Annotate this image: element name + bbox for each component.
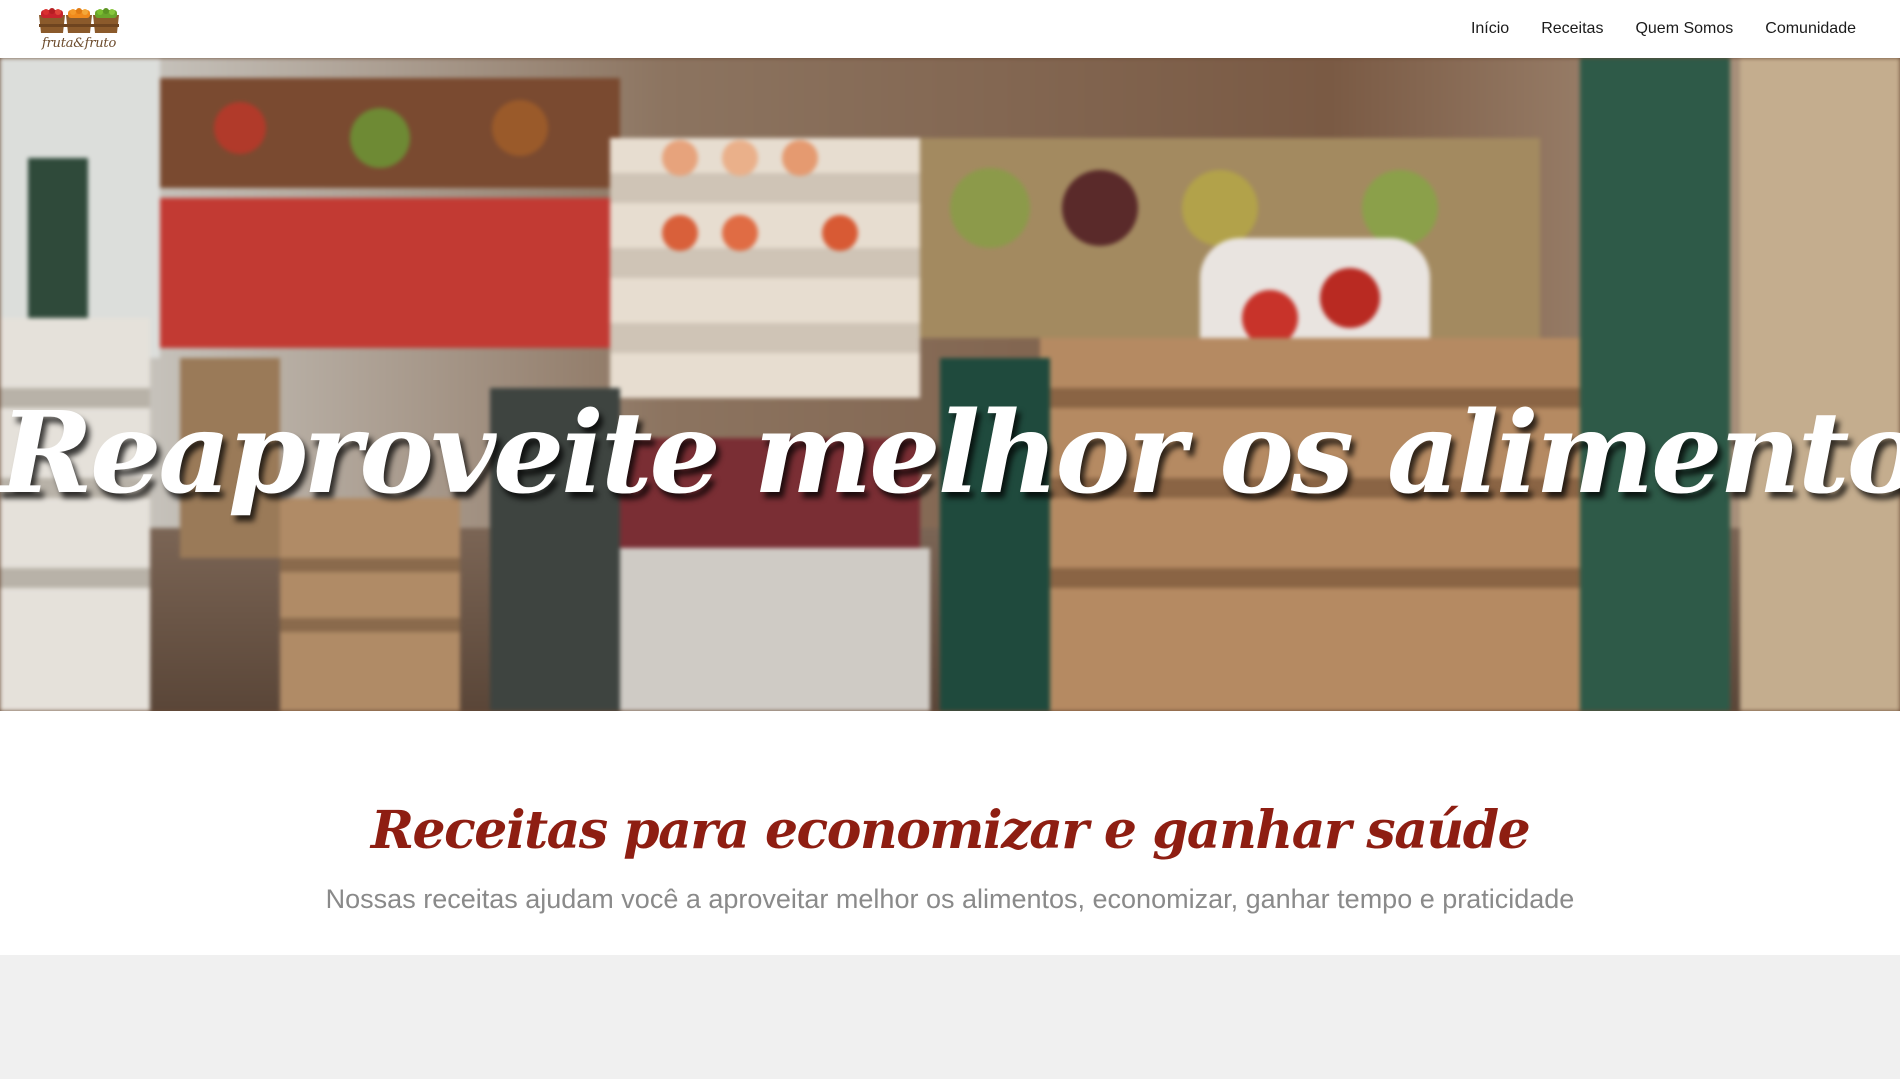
nav-link-receitas[interactable]: Receitas <box>1525 14 1619 44</box>
fruit-crates-icon <box>39 8 119 33</box>
hero-title: Reaproveite melhor os alimentos! <box>0 388 1900 520</box>
main-nav: Início Receitas Quem Somos Comunidade <box>1455 14 1872 44</box>
nav-link-comunidade[interactable]: Comunidade <box>1749 14 1872 44</box>
recipes-section-title: Receitas para economizar e ganhar saúde <box>370 800 1531 862</box>
hero-banner: Reaproveite melhor os alimentos! <box>0 58 1900 711</box>
top-navbar: fruta&fruto Início Receitas Quem Somos C… <box>0 0 1900 58</box>
market-stalls-photo <box>0 58 1900 711</box>
recipes-intro-section: Receitas para economizar e ganhar saúde … <box>0 711 1900 955</box>
nav-link-quem-somos[interactable]: Quem Somos <box>1619 14 1749 44</box>
logo-text: fruta&fruto <box>41 36 117 51</box>
content-band <box>0 955 1900 1079</box>
brand-logo[interactable]: fruta&fruto <box>36 7 122 51</box>
nav-link-inicio[interactable]: Início <box>1455 14 1525 44</box>
recipes-section-subtitle: Nossas receitas ajudam você a aproveitar… <box>325 884 1575 914</box>
